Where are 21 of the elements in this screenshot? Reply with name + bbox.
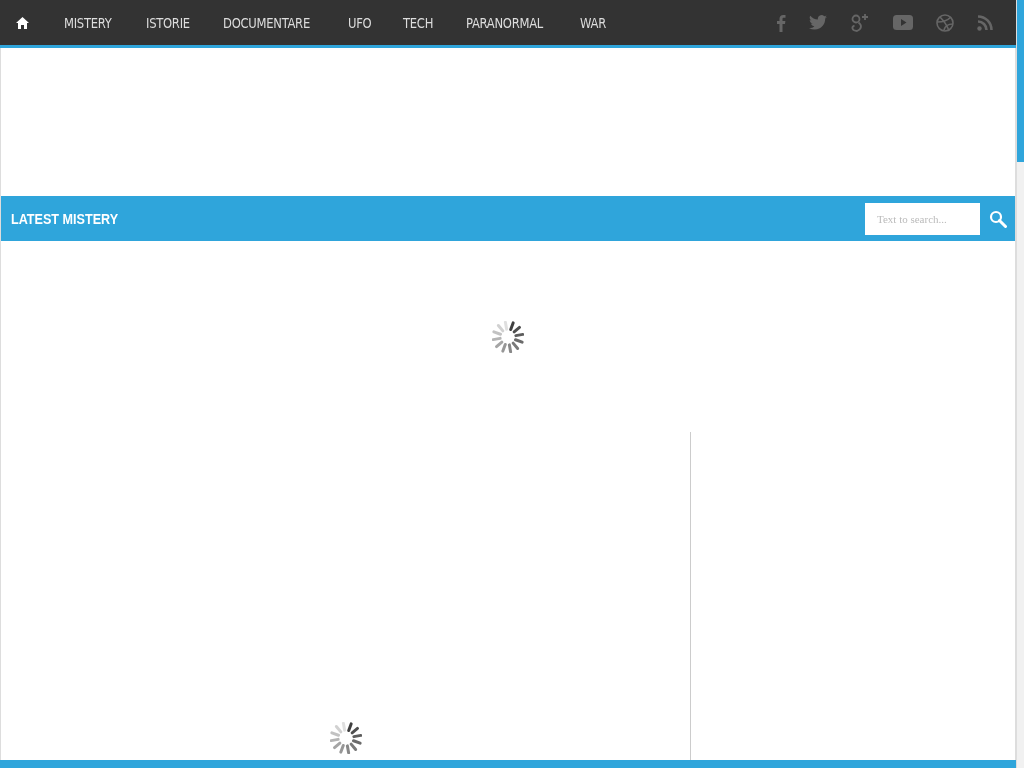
scrollbar[interactable]	[1016, 0, 1024, 768]
nav-link[interactable]: UFO	[347, 14, 372, 31]
home-icon	[16, 16, 29, 29]
youtube-icon[interactable]	[893, 15, 913, 30]
twitter-icon[interactable]	[809, 15, 827, 30]
google-plus-icon[interactable]	[850, 12, 870, 33]
nav-link[interactable]: MISTERY	[64, 14, 112, 31]
nav-link[interactable]: TECH	[403, 14, 434, 31]
loading-spinner-icon	[492, 320, 524, 353]
nav-link[interactable]: PARANORMAL	[466, 14, 544, 31]
facebook-icon[interactable]	[776, 13, 786, 32]
loading-spinner-icon	[329, 722, 362, 754]
section-title: LATEST MISTERY	[11, 210, 120, 227]
dribbble-icon[interactable]	[936, 13, 954, 32]
nav-link[interactable]: DOCUMENTARE	[223, 14, 311, 31]
nav-link[interactable]: WAR	[579, 14, 606, 31]
search-field[interactable]: Text to search...	[865, 202, 980, 235]
search-icon	[988, 209, 1007, 228]
scrollbar-thumb[interactable]	[1017, 0, 1024, 162]
rss-icon[interactable]	[977, 14, 993, 31]
nav-link[interactable]: ISTORIE	[145, 14, 190, 31]
